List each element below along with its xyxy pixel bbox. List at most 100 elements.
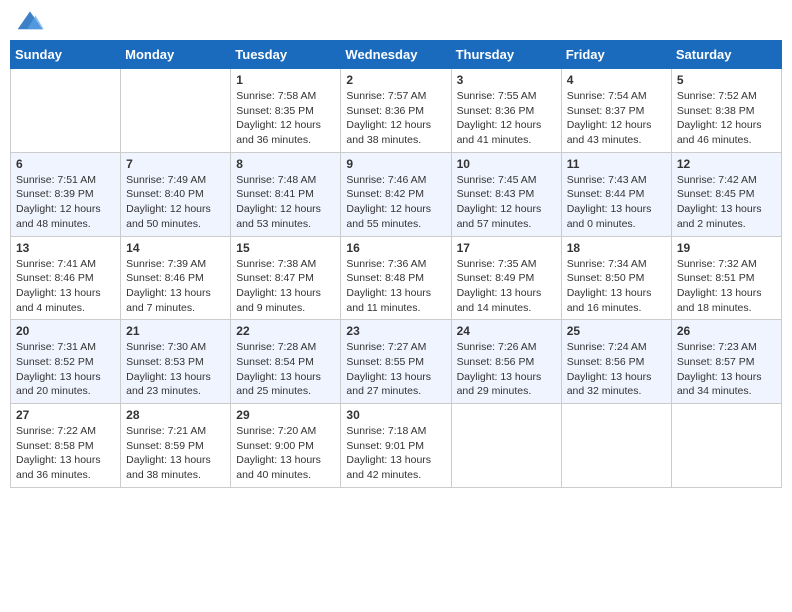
day-number: 1	[236, 73, 335, 87]
logo-icon	[16, 10, 44, 32]
day-cell	[121, 69, 231, 153]
day-number: 6	[16, 157, 115, 171]
week-row-5: 27 Sunrise: 7:22 AM Sunset: 8:58 PM Dayli…	[11, 404, 782, 488]
day-number: 29	[236, 408, 335, 422]
day-info: Sunrise: 7:45 AM Sunset: 8:43 PM Dayligh…	[457, 173, 556, 232]
day-number: 22	[236, 324, 335, 338]
day-number: 14	[126, 241, 225, 255]
day-number: 21	[126, 324, 225, 338]
day-info: Sunrise: 7:32 AM Sunset: 8:51 PM Dayligh…	[677, 257, 776, 316]
day-cell	[11, 69, 121, 153]
calendar-header: SundayMondayTuesdayWednesdayThursdayFrid…	[11, 41, 782, 69]
day-number: 3	[457, 73, 556, 87]
day-info: Sunrise: 7:43 AM Sunset: 8:44 PM Dayligh…	[567, 173, 666, 232]
day-info: Sunrise: 7:49 AM Sunset: 8:40 PM Dayligh…	[126, 173, 225, 232]
weekday-header-saturday: Saturday	[671, 41, 781, 69]
day-cell: 12Sunrise: 7:42 AM Sunset: 8:45 PM Dayli…	[671, 152, 781, 236]
day-info: Sunrise: 7:22 AM Sunset: 8:58 PM Dayligh…	[16, 424, 115, 483]
day-info: Sunrise: 7:57 AM Sunset: 8:36 PM Dayligh…	[346, 89, 445, 148]
day-cell: 28Sunrise: 7:21 AM Sunset: 8:59 PM Dayli…	[121, 404, 231, 488]
day-cell: 15Sunrise: 7:38 AM Sunset: 8:47 PM Dayli…	[231, 236, 341, 320]
day-cell: 29 Sunrise: 7:20 AM Sunset: 9:00 PM Dayli…	[231, 404, 341, 488]
day-number: 11	[567, 157, 666, 171]
day-info: Sunrise: 7:35 AM Sunset: 8:49 PM Dayligh…	[457, 257, 556, 316]
day-number: 19	[677, 241, 776, 255]
day-number: 7	[126, 157, 225, 171]
week-row-1: 1 Sunrise: 7:58 AM Sunset: 8:35 PM Daylig…	[11, 69, 782, 153]
day-info: Sunrise: 7:31 AM Sunset: 8:52 PM Dayligh…	[16, 340, 115, 399]
day-info: Sunrise: 7:36 AM Sunset: 8:48 PM Dayligh…	[346, 257, 445, 316]
day-cell: 17 Sunrise: 7:35 AM Sunset: 8:49 PM Dayli…	[451, 236, 561, 320]
day-cell: 8 Sunrise: 7:48 AM Sunset: 8:41 PM Daylig…	[231, 152, 341, 236]
day-number: 20	[16, 324, 115, 338]
day-number: 13	[16, 241, 115, 255]
day-info: Sunrise: 7:58 AM Sunset: 8:35 PM Dayligh…	[236, 89, 335, 148]
day-cell: 13Sunrise: 7:41 AM Sunset: 8:46 PM Dayli…	[11, 236, 121, 320]
week-row-3: 13Sunrise: 7:41 AM Sunset: 8:46 PM Dayli…	[11, 236, 782, 320]
day-number: 8	[236, 157, 335, 171]
calendar-table: SundayMondayTuesdayWednesdayThursdayFrid…	[10, 40, 782, 488]
weekday-header-monday: Monday	[121, 41, 231, 69]
day-cell	[561, 404, 671, 488]
day-cell: 9 Sunrise: 7:46 AM Sunset: 8:42 PM Daylig…	[341, 152, 451, 236]
day-info: Sunrise: 7:18 AM Sunset: 9:01 PM Dayligh…	[346, 424, 445, 483]
day-info: Sunrise: 7:28 AM Sunset: 8:54 PM Dayligh…	[236, 340, 335, 399]
day-cell: 30 Sunrise: 7:18 AM Sunset: 9:01 PM Dayli…	[341, 404, 451, 488]
day-cell: 24Sunrise: 7:26 AM Sunset: 8:56 PM Dayli…	[451, 320, 561, 404]
weekday-header-thursday: Thursday	[451, 41, 561, 69]
day-cell: 26Sunrise: 7:23 AM Sunset: 8:57 PM Dayli…	[671, 320, 781, 404]
day-cell: 27 Sunrise: 7:22 AM Sunset: 8:58 PM Dayli…	[11, 404, 121, 488]
day-cell: 10 Sunrise: 7:45 AM Sunset: 8:43 PM Dayli…	[451, 152, 561, 236]
day-number: 24	[457, 324, 556, 338]
day-cell: 18 Sunrise: 7:34 AM Sunset: 8:50 PM Dayli…	[561, 236, 671, 320]
day-info: Sunrise: 7:51 AM Sunset: 8:39 PM Dayligh…	[16, 173, 115, 232]
day-number: 26	[677, 324, 776, 338]
day-info: Sunrise: 7:38 AM Sunset: 8:47 PM Dayligh…	[236, 257, 335, 316]
day-cell: 3 Sunrise: 7:55 AM Sunset: 8:36 PM Daylig…	[451, 69, 561, 153]
day-cell: 22 Sunrise: 7:28 AM Sunset: 8:54 PM Dayli…	[231, 320, 341, 404]
day-cell: 1 Sunrise: 7:58 AM Sunset: 8:35 PM Daylig…	[231, 69, 341, 153]
day-info: Sunrise: 7:27 AM Sunset: 8:55 PM Dayligh…	[346, 340, 445, 399]
day-number: 5	[677, 73, 776, 87]
day-info: Sunrise: 7:39 AM Sunset: 8:46 PM Dayligh…	[126, 257, 225, 316]
day-info: Sunrise: 7:42 AM Sunset: 8:45 PM Dayligh…	[677, 173, 776, 232]
day-info: Sunrise: 7:48 AM Sunset: 8:41 PM Dayligh…	[236, 173, 335, 232]
day-info: Sunrise: 7:30 AM Sunset: 8:53 PM Dayligh…	[126, 340, 225, 399]
day-number: 10	[457, 157, 556, 171]
day-info: Sunrise: 7:46 AM Sunset: 8:42 PM Dayligh…	[346, 173, 445, 232]
day-info: Sunrise: 7:21 AM Sunset: 8:59 PM Dayligh…	[126, 424, 225, 483]
weekday-header-friday: Friday	[561, 41, 671, 69]
day-info: Sunrise: 7:54 AM Sunset: 8:37 PM Dayligh…	[567, 89, 666, 148]
day-number: 4	[567, 73, 666, 87]
day-cell: 4 Sunrise: 7:54 AM Sunset: 8:37 PM Daylig…	[561, 69, 671, 153]
day-number: 2	[346, 73, 445, 87]
day-number: 9	[346, 157, 445, 171]
day-cell	[451, 404, 561, 488]
day-number: 25	[567, 324, 666, 338]
week-row-4: 20 Sunrise: 7:31 AM Sunset: 8:52 PM Dayli…	[11, 320, 782, 404]
day-cell: 23Sunrise: 7:27 AM Sunset: 8:55 PM Dayli…	[341, 320, 451, 404]
day-cell	[671, 404, 781, 488]
day-cell: 7 Sunrise: 7:49 AM Sunset: 8:40 PM Daylig…	[121, 152, 231, 236]
day-info: Sunrise: 7:52 AM Sunset: 8:38 PM Dayligh…	[677, 89, 776, 148]
day-cell: 19 Sunrise: 7:32 AM Sunset: 8:51 PM Dayli…	[671, 236, 781, 320]
weekday-header-sunday: Sunday	[11, 41, 121, 69]
day-number: 16	[346, 241, 445, 255]
day-cell: 14 Sunrise: 7:39 AM Sunset: 8:46 PM Dayli…	[121, 236, 231, 320]
day-number: 27	[16, 408, 115, 422]
logo	[14, 10, 48, 32]
day-info: Sunrise: 7:34 AM Sunset: 8:50 PM Dayligh…	[567, 257, 666, 316]
day-info: Sunrise: 7:55 AM Sunset: 8:36 PM Dayligh…	[457, 89, 556, 148]
day-cell: 5 Sunrise: 7:52 AM Sunset: 8:38 PM Daylig…	[671, 69, 781, 153]
day-cell: 16 Sunrise: 7:36 AM Sunset: 8:48 PM Dayli…	[341, 236, 451, 320]
day-cell: 2 Sunrise: 7:57 AM Sunset: 8:36 PM Daylig…	[341, 69, 451, 153]
day-cell: 11 Sunrise: 7:43 AM Sunset: 8:44 PM Dayli…	[561, 152, 671, 236]
day-info: Sunrise: 7:20 AM Sunset: 9:00 PM Dayligh…	[236, 424, 335, 483]
day-cell: 25Sunrise: 7:24 AM Sunset: 8:56 PM Dayli…	[561, 320, 671, 404]
day-number: 18	[567, 241, 666, 255]
weekday-header-row: SundayMondayTuesdayWednesdayThursdayFrid…	[11, 41, 782, 69]
day-number: 17	[457, 241, 556, 255]
day-number: 30	[346, 408, 445, 422]
day-cell: 20 Sunrise: 7:31 AM Sunset: 8:52 PM Dayli…	[11, 320, 121, 404]
day-cell: 21 Sunrise: 7:30 AM Sunset: 8:53 PM Dayli…	[121, 320, 231, 404]
